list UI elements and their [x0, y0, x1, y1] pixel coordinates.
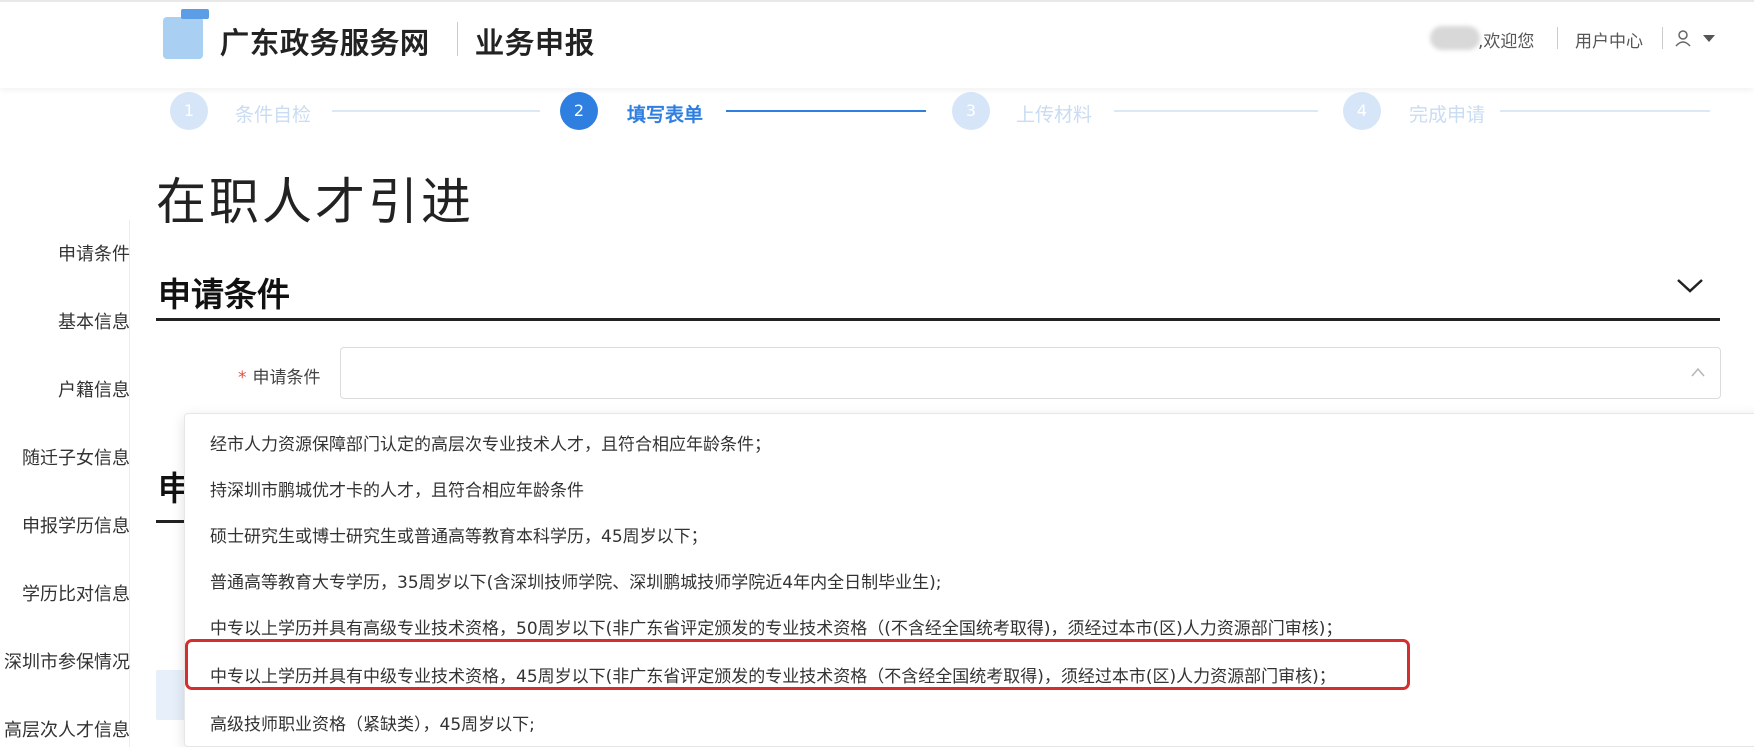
user-center-link[interactable]: 用户中心	[1575, 27, 1643, 52]
step-number: 1	[170, 92, 208, 130]
dropdown-option[interactable]: 持深圳市鹏城优才卡的人才，且符合相应年龄条件	[185, 469, 1754, 513]
user-icon[interactable]	[1673, 28, 1693, 48]
section-title: 申请条件	[158, 275, 290, 314]
business-title: 业务申报	[475, 26, 596, 60]
nav-item-talent-info[interactable]: 高层次人才信息	[0, 716, 130, 742]
field-label-text: 申请条件	[252, 368, 321, 388]
header-separator	[1662, 27, 1663, 49]
step-label: 上传材料	[1016, 104, 1093, 126]
apply-condition-select[interactable]	[340, 347, 1721, 399]
step-number: 3	[952, 92, 990, 130]
nav-item-household-info[interactable]: 户籍信息	[0, 376, 130, 402]
header-separator	[1557, 27, 1558, 49]
field-label: * 申请条件	[238, 363, 321, 388]
required-mark: *	[238, 368, 247, 388]
nav-item-insurance[interactable]: 深圳市参保情况	[0, 648, 130, 674]
username-redacted	[1430, 26, 1480, 50]
site-logo-icon[interactable]	[163, 9, 209, 59]
step-connector	[1500, 110, 1710, 112]
highlight-annotation	[185, 639, 1410, 690]
dropdown-option[interactable]: 高级技师职业资格（紧缺类），45周岁以下;	[185, 703, 1754, 746]
step-number: 4	[1343, 92, 1381, 130]
nav-item-children-info[interactable]: 随迁子女信息	[0, 444, 130, 470]
chevron-up-icon	[1691, 367, 1705, 377]
step-connector	[726, 110, 926, 112]
section-rule	[156, 318, 1720, 321]
partial-button[interactable]	[156, 670, 186, 720]
chevron-down-icon[interactable]	[1675, 276, 1705, 296]
step-label: 填写表单	[627, 104, 704, 126]
step-connector	[1114, 110, 1318, 112]
dropdown-option[interactable]: 硕士研究生或博士研究生或普通高等教育本科学历，45周岁以下；	[185, 515, 1754, 559]
caret-down-icon[interactable]	[1703, 35, 1715, 42]
step-label: 条件自检	[235, 104, 312, 126]
section-rule	[156, 520, 186, 523]
nav-item-education-compare[interactable]: 学历比对信息	[0, 580, 130, 606]
nav-item-apply-conditions[interactable]: 申请条件	[0, 240, 130, 266]
dropdown-option[interactable]: 普通高等教育大专学历，35周岁以下(含深圳技师学院、深圳鹏城技师学院近4年内全日…	[185, 561, 1754, 605]
top-header: 广东政务服务网 业务申报 ,欢迎您 用户中心	[0, 0, 1754, 88]
dropdown-option[interactable]: 经市人力资源保障部门认定的高层次专业技术人才，且符合相应年龄条件；	[185, 423, 1754, 467]
welcome-text: ,欢迎您	[1478, 32, 1535, 52]
nav-item-education-info[interactable]: 申报学历信息	[0, 512, 130, 538]
step-connector	[332, 110, 540, 112]
page-title: 在职人才引进	[156, 173, 474, 231]
step-label: 完成申请	[1409, 104, 1486, 126]
header-divider	[457, 22, 458, 56]
apply-condition-dropdown: 经市人力资源保障部门认定的高层次专业技术人才，且符合相应年龄条件； 持深圳市鹏城…	[184, 413, 1754, 747]
header-topline	[0, 0, 1754, 2]
step-number: 2	[560, 92, 598, 130]
site-name[interactable]: 广东政务服务网	[220, 20, 430, 62]
nav-item-basic-info[interactable]: 基本信息	[0, 308, 130, 334]
